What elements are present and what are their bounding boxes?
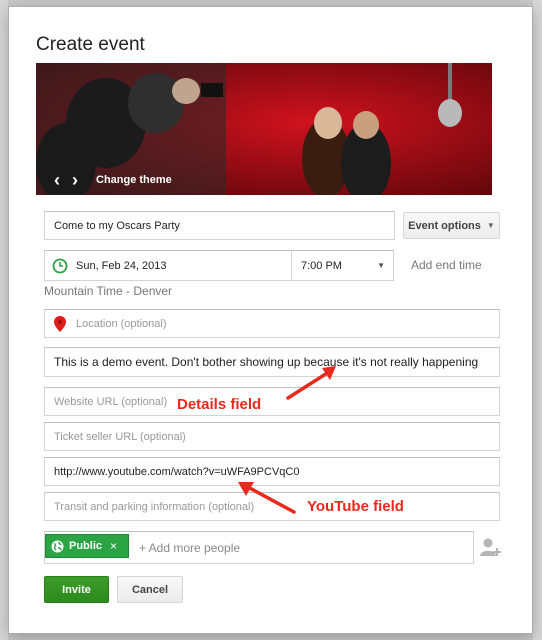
invite-button[interactable]: Invite — [44, 576, 109, 603]
add-end-time-link[interactable]: Add end time — [411, 258, 482, 272]
details-annotation-arrow — [286, 366, 336, 400]
time-select[interactable]: 7:00 PM ▼ — [291, 250, 394, 281]
theme-banner: ‹ › Change theme — [36, 63, 492, 195]
background-page-left — [0, 0, 8, 640]
event-title-value: Come to my Oscars Party — [54, 219, 180, 232]
website-url-placeholder: Website URL (optional) — [54, 395, 168, 408]
background-page-right — [533, 0, 542, 640]
youtube-field-annotation: YouTube field — [307, 498, 404, 515]
website-url-input[interactable]: Website URL (optional) — [44, 387, 500, 416]
date-input[interactable]: Sun, Feb 24, 2013 — [44, 250, 292, 281]
event-options-label: Event options — [408, 219, 481, 232]
dialog-title: Create event — [36, 34, 145, 55]
previous-theme-icon[interactable]: ‹ — [54, 171, 60, 189]
details-field-annotation: Details field — [177, 396, 262, 413]
map-pin-icon — [54, 315, 66, 332]
public-chip-label: Public — [69, 540, 103, 552]
public-chip[interactable]: Public × — [45, 534, 129, 558]
location-input[interactable]: Location (optional) — [44, 309, 500, 338]
change-theme-link[interactable]: Change theme — [96, 174, 172, 186]
event-options-button[interactable]: Event options ▼ — [403, 212, 500, 239]
cancel-button[interactable]: Cancel — [117, 576, 183, 603]
clock-icon — [52, 258, 68, 273]
youtube-annotation-arrow — [238, 482, 296, 514]
timezone-link[interactable]: Mountain Time - Denver — [44, 284, 172, 298]
event-title-input[interactable]: Come to my Oscars Party — [44, 211, 395, 240]
date-value: Sun, Feb 24, 2013 — [76, 259, 167, 272]
details-textarea[interactable]: This is a demo event. Don't bother showi… — [44, 347, 500, 377]
details-value: This is a demo event. Don't bother showi… — [54, 355, 479, 369]
banner-nav: ‹ › Change theme — [36, 165, 196, 195]
add-person-icon[interactable] — [480, 537, 502, 557]
ticket-seller-url-input[interactable]: Ticket seller URL (optional) — [44, 422, 500, 451]
location-placeholder: Location (optional) — [76, 317, 167, 330]
globe-icon — [51, 540, 64, 552]
ticket-seller-url-placeholder: Ticket seller URL (optional) — [54, 430, 186, 443]
add-more-people-placeholder: + Add more people — [139, 540, 241, 555]
transit-parking-placeholder: Transit and parking information (optiona… — [54, 500, 255, 513]
remove-chip-icon[interactable]: × — [110, 539, 117, 553]
next-theme-icon[interactable]: › — [72, 171, 78, 189]
time-value: 7:00 PM — [301, 259, 342, 272]
chevron-down-icon: ▼ — [377, 261, 385, 270]
chevron-down-icon: ▼ — [486, 221, 495, 230]
